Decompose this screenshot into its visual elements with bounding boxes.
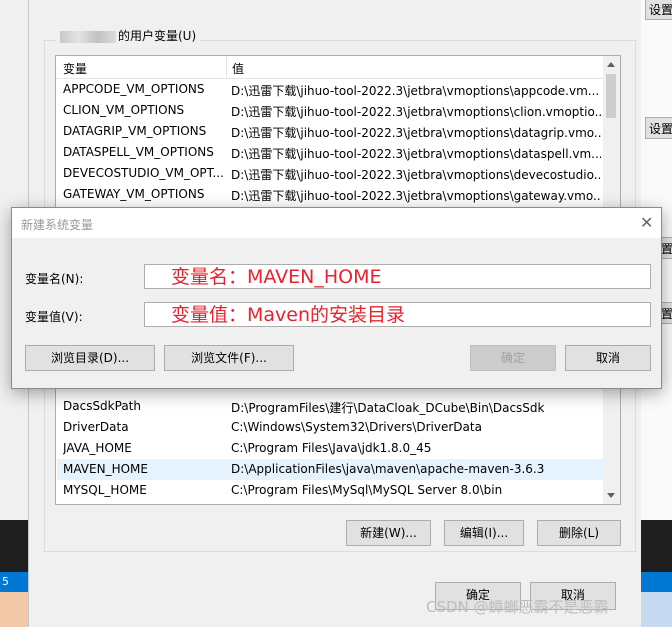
browse-directory-button[interactable]: 浏览目录(D)...	[25, 345, 155, 371]
dialog-title: 新建系统变量	[21, 218, 94, 232]
dialog-title-bar[interactable]: 新建系统变量 ✕	[12, 208, 661, 238]
column-header-variable[interactable]: 变量	[63, 60, 87, 77]
scroll-up-icon[interactable]	[607, 62, 615, 67]
status-number: 5	[2, 575, 9, 588]
edit-variable-button[interactable]: 编辑(I)...	[444, 520, 524, 546]
blurred-username	[60, 30, 116, 43]
column-header-value[interactable]: 值	[232, 60, 244, 77]
list-item[interactable]: DATAGRIP_VM_OPTIONS D:\迅雷下载\jihuo-tool-20…	[57, 121, 604, 142]
variable-name-annotation: 变量名：MAVEN_HOME	[171, 266, 382, 288]
list-item[interactable]: DATASPELL_VM_OPTIONS D:\迅雷下载\jihuo-tool-2…	[57, 142, 604, 163]
variable-name-field[interactable]: 变量名：MAVEN_HOME	[144, 264, 651, 289]
variable-value-annotation: 变量值：Maven的安装目录	[171, 304, 406, 326]
new-system-variable-dialog: 新建系统变量 ✕ 变量名(N): 变量名：MAVEN_HOME 变量值(V): …	[11, 207, 662, 389]
dialog-ok-button[interactable]: 确定	[470, 345, 556, 371]
watermark: CSDN @蟑螂恶霸不是恶霸	[426, 598, 609, 616]
new-variable-button[interactable]: 新建(W)...	[346, 520, 431, 546]
background-editor-panel	[0, 520, 28, 572]
list-item[interactable]: DEVECOSTUDIO_VM_OPT... D:\迅雷下载\jihuo-tool…	[57, 163, 604, 184]
background-editor-panel-right	[640, 520, 672, 572]
list-item[interactable]: CLION_VM_OPTIONS D:\迅雷下载\jihuo-tool-2022.…	[57, 100, 604, 121]
list-item[interactable]: APPCODE_VM_OPTIONS D:\迅雷下载\jihuo-tool-202…	[57, 79, 604, 100]
list-item[interactable]: DacsSdkPath D:\ProgramFiles\建行\DataCloak_…	[57, 396, 604, 417]
scroll-down-icon[interactable]	[607, 493, 615, 498]
list-header: 变量 值	[56, 56, 604, 79]
list-item-selected[interactable]: MAVEN_HOME D:\ApplicationFiles\java\maven…	[57, 459, 604, 480]
column-separator[interactable]	[226, 56, 227, 78]
scrollbar-thumb[interactable]	[606, 74, 616, 118]
list-item[interactable]: DriverData C:\Windows\System32\Drivers\Dr…	[57, 417, 604, 438]
dialog-cancel-button[interactable]: 取消	[565, 345, 651, 371]
settings-button[interactable]: 设置	[645, 117, 672, 139]
list-item[interactable]: JAVA_HOME C:\Program Files\Java\jdk1.8.0_…	[57, 438, 604, 459]
status-bar-right	[640, 572, 672, 592]
delete-variable-button[interactable]: 删除(L)	[537, 520, 621, 546]
desktop-wallpaper-fragment	[0, 592, 28, 627]
settings-button[interactable]: 设置	[645, 0, 672, 20]
variable-value-field[interactable]: 变量值：Maven的安装目录	[144, 302, 651, 327]
browse-file-button[interactable]: 浏览文件(F)...	[164, 345, 294, 371]
list-item[interactable]: MYSQL_HOME C:\Program Files\MySql\MySQL S…	[57, 480, 604, 501]
user-variables-group-label: 的用户变量(U)	[56, 27, 201, 44]
list-item[interactable]: GATEWAY_VM_OPTIONS D:\迅雷下载\jihuo-tool-202…	[57, 184, 604, 205]
close-icon[interactable]: ✕	[640, 213, 653, 232]
variable-name-label: 变量名(N):	[25, 272, 84, 286]
status-bar: 5	[0, 572, 28, 592]
desktop-fragment-right	[640, 592, 672, 627]
variable-value-label: 变量值(V):	[25, 310, 83, 324]
